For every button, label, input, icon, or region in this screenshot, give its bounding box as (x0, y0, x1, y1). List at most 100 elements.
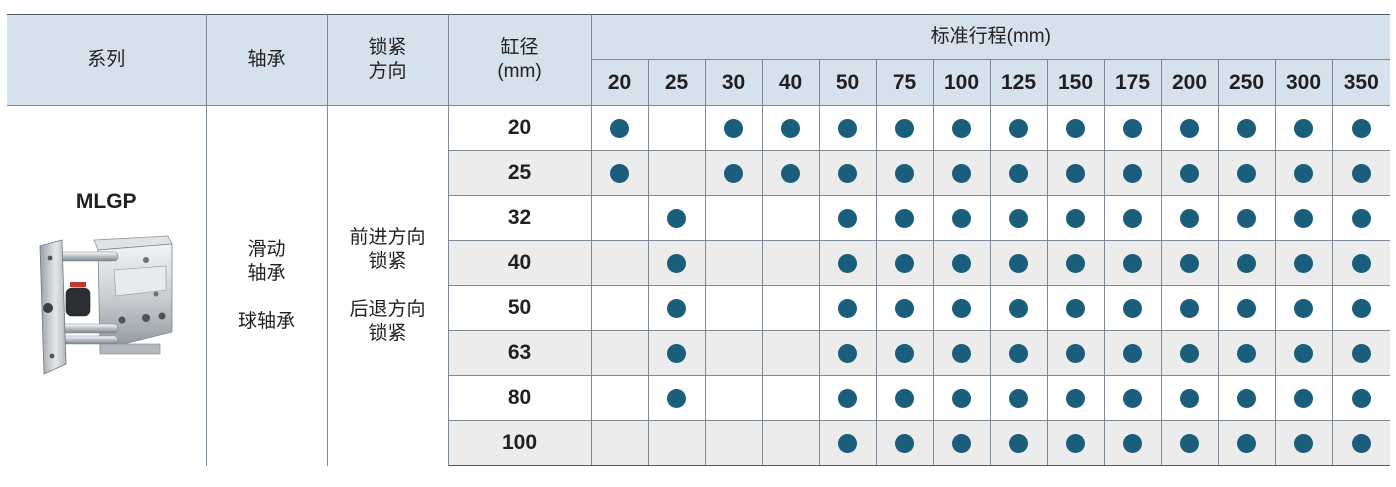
stroke-cell (1217, 240, 1275, 286)
bore-cell: 40 (447, 240, 592, 286)
available-dot-icon (667, 343, 686, 363)
lock-line4: 锁紧 (368, 322, 407, 344)
available-dot-icon (838, 253, 857, 273)
available-dot-icon (724, 163, 743, 183)
available-dot-icon (1237, 163, 1256, 183)
available-dot-icon (1066, 253, 1085, 273)
available-dot-icon (1237, 298, 1256, 318)
stroke-cell (1160, 150, 1218, 196)
stroke-header-cell: 350 (1331, 59, 1391, 106)
stroke-header-cell: 175 (1103, 59, 1161, 106)
stroke-header-cell: 150 (1046, 59, 1104, 106)
available-dot-icon (895, 163, 914, 183)
stroke-cell (704, 240, 762, 286)
available-dot-icon (1066, 118, 1085, 138)
stroke-cell (647, 285, 705, 331)
stroke-cell (875, 150, 933, 196)
stroke-cell (704, 375, 762, 421)
available-dot-icon (838, 163, 857, 183)
bore-cell: 50 (447, 285, 592, 331)
stroke-cell (1103, 240, 1161, 286)
stroke-cell (1217, 105, 1275, 151)
stroke-cell (647, 150, 705, 196)
available-dot-icon (895, 118, 914, 138)
available-dot-icon (1066, 208, 1085, 228)
stroke-cell (704, 285, 762, 331)
available-dot-icon (1294, 343, 1313, 363)
available-dot-icon (1237, 388, 1256, 408)
available-dot-icon (1009, 433, 1028, 453)
available-dot-icon (895, 388, 914, 408)
available-dot-icon (1294, 388, 1313, 408)
available-dot-icon (1009, 298, 1028, 318)
stroke-cell (591, 375, 648, 421)
available-dot-icon (1123, 388, 1142, 408)
stroke-cell (761, 285, 819, 331)
stroke-cell (761, 105, 819, 151)
stroke-cell (1103, 375, 1161, 421)
stroke-cell (818, 420, 876, 466)
bearing-cell: 滑动 轴承 球轴承 (206, 105, 328, 466)
available-dot-icon (1066, 343, 1085, 363)
available-dot-icon (1066, 298, 1085, 318)
stroke-cell (761, 420, 819, 466)
bore-cell: 80 (447, 375, 592, 421)
available-dot-icon (1180, 118, 1199, 138)
bearing-line2: 轴承 (247, 262, 286, 284)
stroke-cell (761, 195, 819, 241)
stroke-header-cell: 20 (591, 59, 648, 106)
stroke-cell (591, 105, 648, 151)
available-dot-icon (838, 208, 857, 228)
available-dot-icon (1237, 433, 1256, 453)
stroke-cell (1046, 150, 1104, 196)
available-dot-icon (1237, 343, 1256, 363)
stroke-cell (818, 195, 876, 241)
stroke-cell (932, 420, 990, 466)
stroke-cell (875, 105, 933, 151)
stroke-header-cell: 300 (1274, 59, 1332, 106)
available-dot-icon (1066, 433, 1085, 453)
stroke-cell (704, 420, 762, 466)
available-dot-icon (952, 343, 971, 363)
stroke-cell (591, 240, 648, 286)
table-row: MLGP 滑动 轴承 球轴承 前进方向 锁紧 后退方向 锁紧 20 (7, 105, 1391, 466)
available-dot-icon (1009, 208, 1028, 228)
available-dot-icon (952, 253, 971, 273)
available-dot-icon (1180, 388, 1199, 408)
bore-cell: 20 (447, 105, 592, 151)
stroke-cell (989, 330, 1047, 376)
stroke-cell (1274, 420, 1332, 466)
stroke-cell (818, 285, 876, 331)
available-dot-icon (610, 163, 629, 183)
available-dot-icon (667, 208, 686, 228)
available-dot-icon (1351, 253, 1371, 273)
available-dot-icon (1294, 163, 1313, 183)
stroke-cell (1046, 240, 1104, 286)
available-dot-icon (1237, 253, 1256, 273)
available-dot-icon (1009, 163, 1028, 183)
available-dot-icon (952, 388, 971, 408)
stroke-cell (591, 330, 648, 376)
stroke-cell (1217, 195, 1275, 241)
stroke-cell (1046, 195, 1104, 241)
stroke-cell (591, 420, 648, 466)
available-dot-icon (895, 433, 914, 453)
available-dot-icon (1294, 433, 1313, 453)
available-dot-icon (667, 253, 686, 273)
stroke-cell (1217, 150, 1275, 196)
stroke-cell (932, 195, 990, 241)
stroke-cell (647, 195, 705, 241)
stroke-cell (1160, 420, 1218, 466)
stroke-cell (1217, 285, 1275, 331)
stroke-cell (704, 150, 762, 196)
stroke-cell (761, 240, 819, 286)
stroke-cell (932, 375, 990, 421)
available-dot-icon (610, 118, 629, 138)
stroke-cell (1331, 240, 1391, 286)
stroke-cell (1103, 150, 1161, 196)
stroke-cell (989, 420, 1047, 466)
stroke-cell (989, 375, 1047, 421)
available-dot-icon (667, 298, 686, 318)
available-dot-icon (838, 433, 857, 453)
available-dot-icon (1180, 433, 1199, 453)
